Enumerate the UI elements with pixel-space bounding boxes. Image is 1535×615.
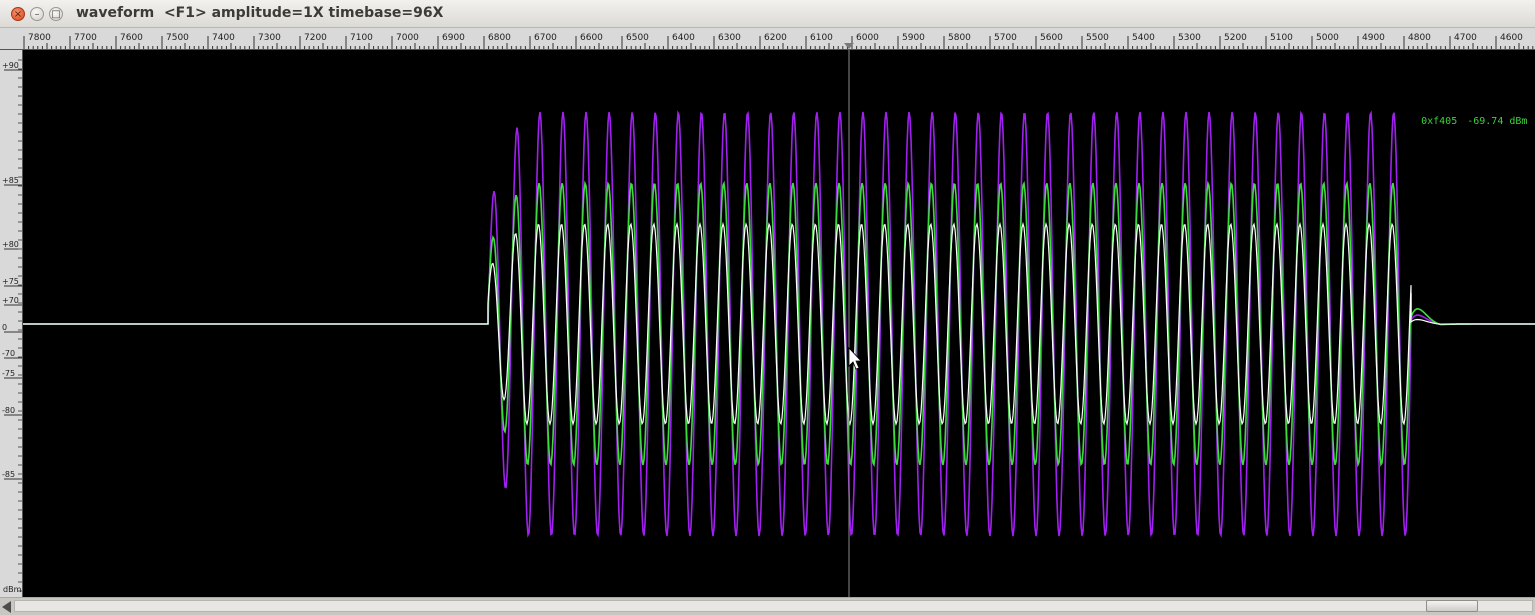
- minimize-button[interactable]: –: [30, 7, 44, 21]
- time-ruler-label: 5700: [994, 33, 1017, 43]
- level-ruler-label: -75: [2, 369, 15, 378]
- level-ruler-label: -85: [2, 470, 15, 479]
- time-ruler-label: 6500: [626, 33, 649, 43]
- time-ruler-label: 6600: [580, 33, 603, 43]
- time-ruler-label: 7400: [212, 33, 235, 43]
- time-ruler-label: 5400: [1132, 33, 1155, 43]
- time-ruler-label: 7800: [28, 33, 51, 43]
- time-ruler-label: 4600: [1500, 33, 1523, 43]
- time-ruler-label: 7500: [166, 33, 189, 43]
- time-ruler-label: 6900: [442, 33, 465, 43]
- level-ruler-label: +75: [2, 277, 19, 286]
- time-ruler-label: 5100: [1270, 33, 1293, 43]
- time-ruler[interactable]: 7800 7700 7600 7500 7400 7300 7200 7100 7000 6900…: [0, 28, 1535, 50]
- waveform-trace-white: [23, 221, 1535, 427]
- window-title: waveform <F1> amplitude=1X timebase=96X: [76, 5, 444, 21]
- cursor-readout: 0xf405-69.74 dBm604: [1397, 105, 1535, 138]
- horizontal-scrollbar[interactable]: [0, 597, 1535, 615]
- time-ruler-label: 7200: [304, 33, 327, 43]
- time-ruler-label: 6300: [718, 33, 741, 43]
- level-ruler-label: 0: [2, 323, 7, 332]
- level-ruler-label: +85: [2, 176, 19, 185]
- time-ruler-label: 6100: [810, 33, 833, 43]
- time-ruler-label: 7600: [120, 33, 143, 43]
- time-ruler-label: 5600: [1040, 33, 1063, 43]
- time-ruler-label: 6200: [764, 33, 787, 43]
- level-ruler-label: +70: [2, 296, 19, 305]
- time-ruler-graphic: 7800 7700 7600 7500 7400 7300 7200 7100 7000 6900…: [0, 33, 1535, 50]
- time-ruler-label: 4800: [1408, 33, 1431, 43]
- time-ruler-label: 6800: [488, 33, 511, 43]
- readout-address: 0xf405: [1421, 116, 1458, 127]
- time-ruler-label: 5300: [1178, 33, 1201, 43]
- time-ruler-label: 6000: [856, 33, 879, 43]
- time-ruler-label: 6400: [672, 33, 695, 43]
- readout-level: -69.74 dBm: [1467, 116, 1528, 127]
- level-ruler-label: +80: [2, 240, 19, 249]
- level-ruler-label: -70: [2, 349, 15, 358]
- time-ruler-label: 5200: [1224, 33, 1247, 43]
- waveform-canvas: [23, 50, 1535, 597]
- level-ruler-unit: dBm: [3, 585, 22, 594]
- time-ruler-label: 5500: [1086, 33, 1109, 43]
- scroll-track[interactable]: [14, 600, 1533, 612]
- close-button[interactable]: ×: [11, 7, 25, 21]
- time-ruler-label: 7100: [350, 33, 373, 43]
- time-ruler-label: 5900: [902, 33, 925, 43]
- title-bar: × – □ waveform <F1> amplitude=1X timebas…: [0, 0, 1535, 28]
- time-ruler-label: 7000: [396, 33, 419, 43]
- time-ruler-label: 4700: [1454, 33, 1477, 43]
- level-ruler[interactable]: +90 +85 +80 +75 +70 0 -70 -75 -80 -85 dBm: [0, 50, 23, 597]
- maximize-button[interactable]: □: [49, 7, 63, 21]
- left-arrow-icon[interactable]: [2, 601, 11, 613]
- time-ruler-label: 4900: [1362, 33, 1385, 43]
- level-ruler-label: +90: [2, 61, 19, 70]
- time-ruler-label: 7300: [258, 33, 281, 43]
- waveform-plot[interactable]: 0xf405-69.74 dBm604: [23, 50, 1535, 597]
- scroll-thumb[interactable]: [1426, 600, 1478, 612]
- time-ruler-label: 6700: [534, 33, 557, 43]
- time-ruler-label: 5800: [948, 33, 971, 43]
- time-ruler-label: 7700: [74, 33, 97, 43]
- level-ruler-graphic: +90 +85 +80 +75 +70 0 -70 -75 -80 -85 dBm: [2, 50, 23, 597]
- time-ruler-label: 5000: [1316, 33, 1339, 43]
- level-ruler-label: -80: [2, 406, 15, 415]
